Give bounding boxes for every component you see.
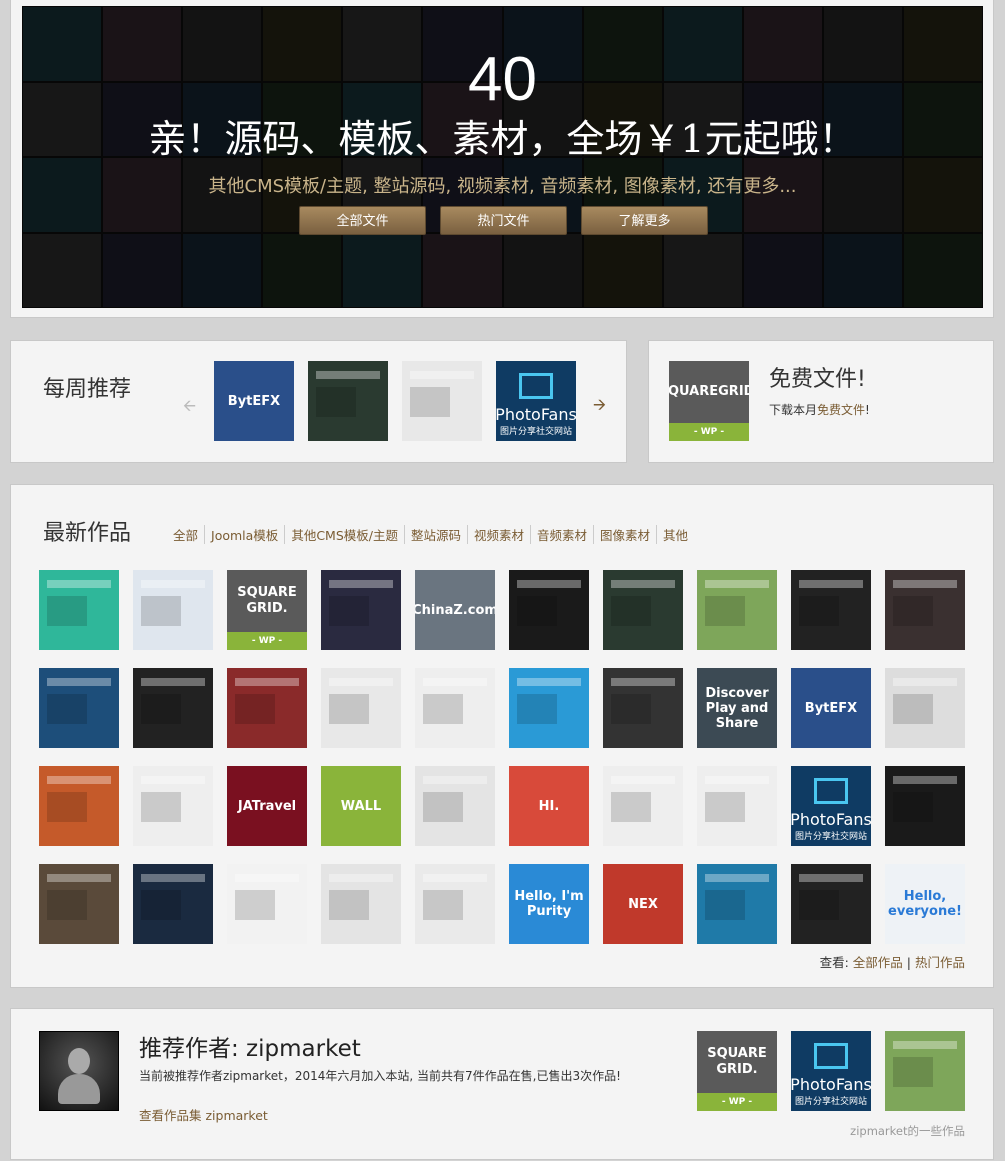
filter-link[interactable]: Joomla模板 <box>204 525 284 544</box>
view-links: 查看: 全部作品 | 热门作品 <box>819 955 965 970</box>
work-thumbnail[interactable] <box>133 864 213 944</box>
work-thumbnail[interactable] <box>321 864 401 944</box>
user-silhouette-icon[interactable] <box>39 1031 119 1111</box>
hero-headline: 亲！源码、模板、素材，全场￥1元起哦！ <box>148 117 857 161</box>
weekly-thumbnail[interactable] <box>402 361 482 441</box>
work-thumbnail[interactable] <box>885 570 965 650</box>
view-all-works-link[interactable]: 全部作品 <box>853 955 903 970</box>
author-portfolio-link[interactable]: 查看作品集 zipmarket <box>139 1105 268 1124</box>
category-filters: 全部 Joomla模板 其他CMS模板/主题 整站源码 视频素材 音频素材 图像素材 其他 <box>173 525 694 544</box>
all-files-button[interactable]: 全部文件 <box>299 206 426 235</box>
arrow-right-icon[interactable]: 🡪 <box>593 394 606 421</box>
free-files-link[interactable]: 免费文件 <box>817 403 865 417</box>
work-thumbnail[interactable] <box>39 766 119 846</box>
work-thumbnail[interactable]: PhotoFans 图片分享社交网站 <box>791 766 871 846</box>
author-work-thumbnail[interactable]: SQUARE GRID. - WP - <box>697 1031 777 1111</box>
work-thumbnail[interactable] <box>321 668 401 748</box>
work-thumbnail[interactable] <box>509 570 589 650</box>
filter-link[interactable]: 整站源码 <box>403 525 467 544</box>
work-thumbnail[interactable] <box>39 864 119 944</box>
author-title: 推荐作者: zipmarket <box>139 1036 361 1062</box>
work-thumbnail[interactable]: SQUARE GRID. - WP - <box>227 570 307 650</box>
filter-link[interactable]: 其他CMS模板/主题 <box>284 525 404 544</box>
work-thumbnail[interactable]: BytEFX <box>791 668 871 748</box>
weekly-title: 每周推荐 <box>43 377 132 402</box>
hot-files-button[interactable]: 热门文件 <box>440 206 567 235</box>
work-thumbnail[interactable]: NEX <box>603 864 683 944</box>
filter-link[interactable]: 全部 <box>173 525 204 544</box>
author-work-thumbnail[interactable] <box>885 1031 965 1111</box>
work-thumbnail[interactable] <box>39 668 119 748</box>
work-thumbnail[interactable] <box>603 570 683 650</box>
work-thumbnail[interactable] <box>227 668 307 748</box>
work-thumbnail[interactable] <box>697 864 777 944</box>
filter-link[interactable]: 视频素材 <box>467 525 530 544</box>
arrow-left-icon[interactable]: 🡨 <box>183 395 196 422</box>
latest-works-panel: 最新作品 全部 Joomla模板 其他CMS模板/主题 整站源码 视频素材 音频素材 图像素… <box>10 484 994 988</box>
learn-more-button[interactable]: 了解更多 <box>581 206 708 235</box>
work-thumbnail[interactable]: WALL <box>321 766 401 846</box>
promo-banner: 40 亲！源码、模板、素材，全场￥1元起哦！ 其他CMS模板/主题, 整站源码,… <box>22 6 983 308</box>
author-description: 当前被推荐作者zipmarket，2014年六月加入本站, 当前共有7件作品在售… <box>139 1069 621 1083</box>
weekly-thumbnail[interactable]: PhotoFans 图片分享社交网站 <box>496 361 576 441</box>
work-thumbnail[interactable] <box>39 570 119 650</box>
work-thumbnail[interactable]: ChinaZ.com <box>415 570 495 650</box>
work-thumbnail[interactable] <box>603 766 683 846</box>
work-thumbnail[interactable] <box>415 766 495 846</box>
work-thumbnail[interactable] <box>133 766 213 846</box>
weekly-thumbnail[interactable]: BytEFX <box>214 361 294 441</box>
free-file-thumbnail[interactable]: SQUAREGRID. - WP - <box>669 361 749 441</box>
featured-author-panel: 推荐作者: zipmarket 当前被推荐作者zipmarket，2014年六月… <box>10 1008 994 1160</box>
work-thumbnail[interactable] <box>415 864 495 944</box>
work-thumbnail[interactable] <box>791 864 871 944</box>
hero-subline: 其他CMS模板/主题, 整站源码, 视频素材, 音频素材, 图像素材, 还有更多… <box>208 176 797 197</box>
work-thumbnail[interactable]: Hello, everyone! <box>885 864 965 944</box>
filter-link[interactable]: 其他 <box>656 525 694 544</box>
work-thumbnail[interactable] <box>697 570 777 650</box>
free-files-panel: SQUAREGRID. - WP - 免费文件! 下载本月免费文件! <box>648 340 994 463</box>
weekly-picks-panel: 每周推荐 🡨 🡪 BytEFX PhotoFans 图片分享社交网站 <box>10 340 627 463</box>
filter-link[interactable]: 图像素材 <box>593 525 656 544</box>
filter-link[interactable]: 音频素材 <box>530 525 593 544</box>
weekly-thumbnail[interactable] <box>308 361 388 441</box>
free-title: 免费文件! <box>769 367 866 392</box>
work-thumbnail[interactable] <box>415 668 495 748</box>
hero-count: 40 <box>468 45 537 114</box>
work-thumbnail[interactable] <box>697 766 777 846</box>
work-thumbnail[interactable] <box>509 668 589 748</box>
work-thumbnail[interactable] <box>791 570 871 650</box>
work-thumbnail[interactable]: JATravel <box>227 766 307 846</box>
work-thumbnail[interactable] <box>885 668 965 748</box>
work-thumbnail[interactable] <box>603 668 683 748</box>
work-thumbnail[interactable] <box>133 570 213 650</box>
author-work-thumbnail[interactable]: PhotoFans 图片分享社交网站 <box>791 1031 871 1111</box>
work-thumbnail[interactable] <box>885 766 965 846</box>
work-thumbnail[interactable]: Discover Play and Share <box>697 668 777 748</box>
latest-title: 最新作品 <box>43 521 132 546</box>
work-thumbnail[interactable] <box>133 668 213 748</box>
view-hot-works-link[interactable]: 热门作品 <box>915 955 965 970</box>
author-works-caption: zipmarket的一些作品 <box>850 1124 965 1138</box>
work-thumbnail[interactable]: Hello, I'm Purity <box>509 864 589 944</box>
work-thumbnail[interactable] <box>227 864 307 944</box>
work-thumbnail[interactable] <box>321 570 401 650</box>
hero-panel: 40 亲！源码、模板、素材，全场￥1元起哦！ 其他CMS模板/主题, 整站源码,… <box>10 0 994 318</box>
work-thumbnail[interactable]: HI. <box>509 766 589 846</box>
